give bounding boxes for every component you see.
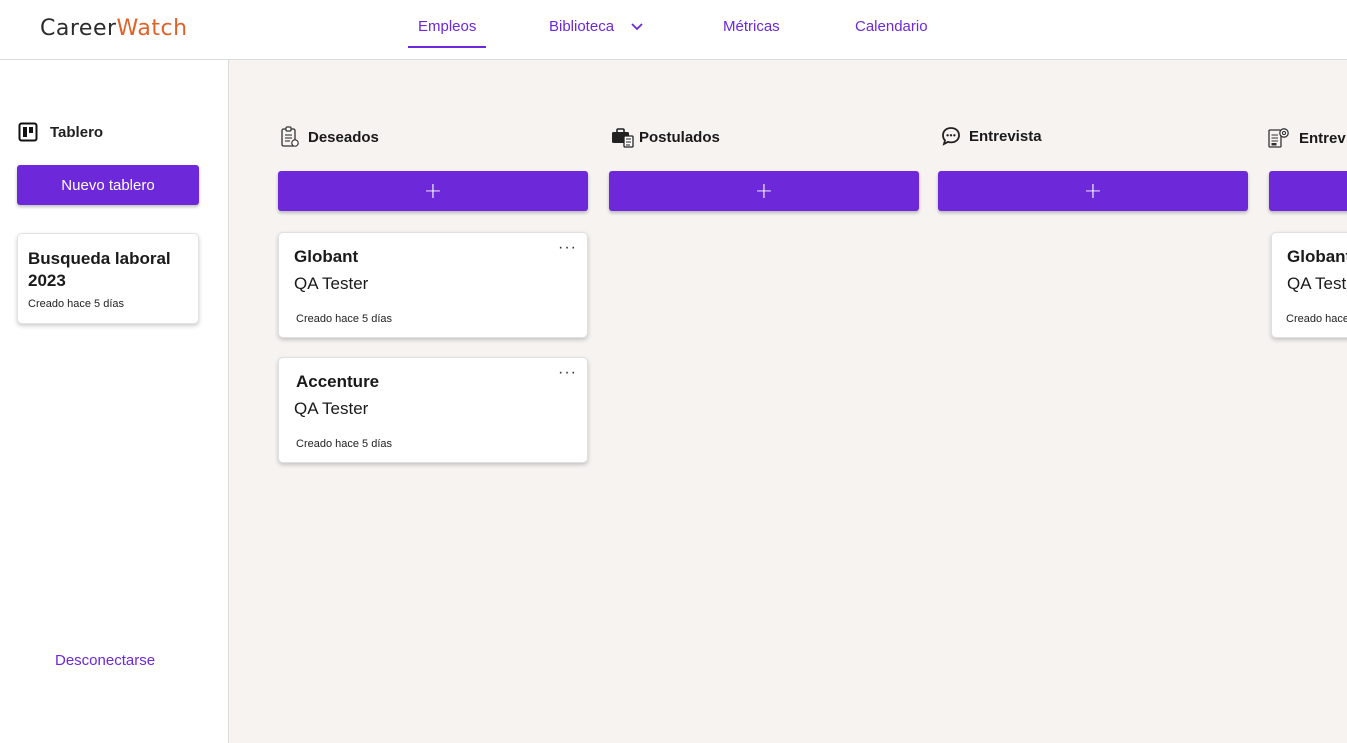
column-title: Entrev: [1299, 129, 1346, 147]
settings-document-icon: [1268, 128, 1289, 148]
nav-tab-calendario[interactable]: Calendario: [855, 18, 928, 35]
clipboard-list-icon: [281, 126, 299, 147]
board-name: Busqueda laboral 2023: [28, 249, 171, 290]
column-header: Entrev: [1267, 126, 1346, 150]
sidebar-title: Tablero: [18, 122, 103, 142]
nav-tab-biblioteca[interactable]: Biblioteca: [549, 18, 644, 35]
logout-link[interactable]: Desconectarse: [55, 652, 155, 669]
add-job-button[interactable]: +: [1269, 171, 1347, 211]
card-menu-icon[interactable]: ···: [558, 239, 577, 257]
new-board-button[interactable]: Nuevo tablero: [17, 165, 199, 205]
board-created-date: Creado hace 5 días: [28, 298, 125, 310]
chevron-down-icon: [631, 23, 643, 31]
job-created-date: Creado hace: [1286, 313, 1347, 325]
nav-tab-metricas[interactable]: Métricas: [723, 18, 780, 35]
nav-tab-empleos[interactable]: Empleos: [407, 18, 487, 48]
column-title: Entrevista: [969, 127, 1042, 145]
column-title: Deseados: [308, 128, 379, 146]
column-header: Postulados: [611, 126, 720, 148]
column-header: Deseados: [280, 126, 379, 148]
column-title: Postulados: [639, 128, 720, 146]
add-job-button[interactable]: +: [938, 171, 1248, 211]
board-icon: [18, 122, 38, 142]
job-role: QA Test: [1287, 274, 1347, 293]
top-navigation-bar: CareerWatch Empleos Biblioteca Métricas …: [0, 0, 1347, 60]
nav-tab-label: Biblioteca: [549, 18, 615, 35]
job-company: Globant: [1287, 247, 1347, 266]
nav-tab-label: Métricas: [723, 18, 780, 35]
add-job-button[interactable]: +: [278, 171, 588, 211]
job-role: QA Tester: [294, 274, 369, 293]
sidebar-title-label: Tablero: [50, 123, 104, 141]
chat-bubble-icon: [942, 127, 960, 146]
board-card[interactable]: Busqueda laboral 2023 Creado hace 5 días: [17, 233, 199, 324]
job-card[interactable]: Globant QA Test Creado hace: [1271, 232, 1347, 338]
job-role: QA Tester: [294, 399, 369, 418]
card-menu-icon[interactable]: ···: [558, 364, 577, 382]
nav-tab-label: Empleos: [418, 18, 477, 35]
job-created-date: Creado hace 5 días: [296, 313, 393, 325]
job-created-date: Creado hace 5 días: [296, 438, 393, 450]
job-card[interactable]: Globant QA Tester Creado hace 5 días ···: [278, 232, 588, 338]
app-logo[interactable]: CareerWatch: [40, 16, 188, 41]
kanban-board: Deseados + Globant QA Tester Creado hace…: [229, 60, 1347, 743]
job-company: Accenture: [296, 372, 380, 391]
logo-text-watch: Watch: [116, 16, 188, 41]
add-job-button[interactable]: +: [609, 171, 919, 211]
briefcase-document-icon: [612, 128, 634, 148]
sidebar: Tablero Nuevo tablero Busqueda laboral 2…: [0, 60, 229, 743]
job-company: Globant: [294, 247, 359, 266]
nav-tab-label: Calendario: [855, 18, 928, 35]
column-header: Entrevista: [941, 126, 1042, 146]
logo-text-career: Career: [40, 16, 117, 41]
job-card[interactable]: Accenture QA Tester Creado hace 5 días ·…: [278, 357, 588, 463]
